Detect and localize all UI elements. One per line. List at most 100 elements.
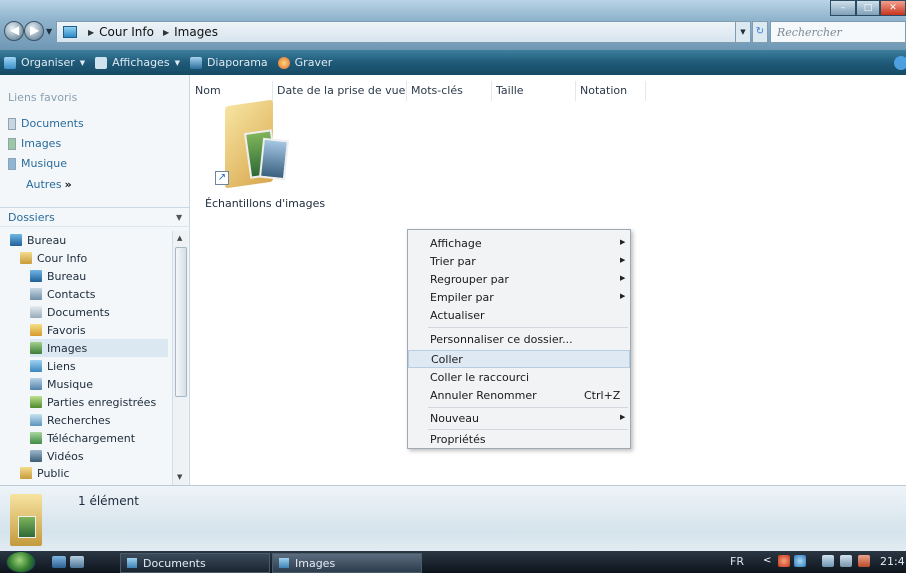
folder-shortcut-icon[interactable]: ↗ bbox=[211, 99, 291, 193]
tree-item-favoris[interactable]: Favoris bbox=[30, 321, 86, 339]
folders-header[interactable]: Dossiers ▼ bbox=[0, 207, 190, 227]
menu-item-actualiser[interactable]: Actualiser bbox=[408, 307, 630, 325]
show-desktop-icon[interactable] bbox=[52, 556, 66, 568]
tree-item-public[interactable]: Public bbox=[20, 465, 70, 481]
scroll-down-icon[interactable]: ▼ bbox=[177, 473, 182, 481]
desktop-icon bbox=[30, 270, 42, 282]
forward-button[interactable]: ▶ bbox=[24, 21, 44, 41]
views-button[interactable]: Affichages ▼ bbox=[95, 56, 180, 69]
column-rating[interactable]: Notation bbox=[576, 81, 646, 101]
desktop-icon bbox=[10, 234, 22, 246]
taskbar: Documents Images FR < 21:4 bbox=[0, 551, 906, 573]
shortcut-label: Ctrl+Z bbox=[584, 389, 621, 402]
tree-item-contacts[interactable]: Contacts bbox=[30, 285, 96, 303]
tree-item-telechargement[interactable]: Téléchargement bbox=[30, 429, 135, 447]
tree-item-musique[interactable]: Musique bbox=[30, 375, 93, 393]
menu-item-nouveau[interactable]: Nouveau ▶ bbox=[408, 410, 630, 428]
search-input[interactable]: Rechercher bbox=[770, 21, 906, 43]
menu-separator bbox=[428, 327, 628, 328]
downloads-icon bbox=[30, 432, 42, 444]
chevron-down-icon: ▼ bbox=[174, 58, 180, 67]
language-indicator[interactable]: FR bbox=[730, 555, 744, 568]
breadcrumb-images[interactable]: Images bbox=[174, 25, 218, 39]
menu-separator bbox=[428, 407, 628, 408]
breadcrumb-cour-info[interactable]: Cour Info bbox=[99, 25, 154, 39]
folder-tree: Bureau Cour Info Bureau Contacts Documen… bbox=[0, 231, 172, 485]
tree-item-bureau-root[interactable]: Bureau bbox=[10, 231, 66, 249]
menu-item-empiler-par[interactable]: Empiler par ▶ bbox=[408, 289, 630, 307]
submenu-arrow-icon: ▶ bbox=[620, 292, 626, 300]
menu-item-trier-par[interactable]: Trier par ▶ bbox=[408, 253, 630, 271]
favorite-documents[interactable]: Documents bbox=[8, 117, 84, 130]
taskbar-button-documents[interactable]: Documents bbox=[120, 553, 270, 573]
back-button[interactable]: ◀ bbox=[4, 21, 24, 41]
start-button[interactable] bbox=[6, 551, 36, 573]
favorite-images[interactable]: Images bbox=[8, 137, 61, 150]
switch-windows-icon[interactable] bbox=[70, 556, 84, 568]
network-status-icon[interactable] bbox=[794, 555, 806, 567]
documents-icon bbox=[30, 306, 42, 318]
tree-item-videos[interactable]: Vidéos bbox=[30, 447, 84, 465]
organize-icon bbox=[4, 56, 16, 69]
burn-button[interactable]: Graver bbox=[277, 56, 332, 69]
menu-item-proprietes[interactable]: Propriétés bbox=[408, 431, 630, 449]
column-name[interactable]: Nom bbox=[191, 81, 273, 101]
column-headers: Nom Date de la prise de vue Mots-clés Ta… bbox=[191, 81, 646, 101]
security-icon[interactable] bbox=[778, 555, 790, 567]
column-date-taken[interactable]: Date de la prise de vue bbox=[273, 81, 407, 101]
address-dropdown[interactable]: ▼ bbox=[735, 21, 751, 43]
volume-icon[interactable] bbox=[858, 555, 870, 567]
menu-item-regrouper-par[interactable]: Regrouper par ▶ bbox=[408, 271, 630, 289]
column-size[interactable]: Taille bbox=[492, 81, 576, 101]
taskbar-button-images[interactable]: Images bbox=[272, 553, 422, 573]
tree-item-cour-info[interactable]: Cour Info bbox=[20, 249, 87, 267]
pictures-icon bbox=[8, 137, 16, 150]
maximize-button[interactable]: □ bbox=[856, 0, 880, 16]
menu-separator bbox=[428, 429, 628, 430]
slideshow-icon bbox=[189, 56, 202, 69]
tree-item-parties-enregistrees[interactable]: Parties enregistrées bbox=[30, 393, 156, 411]
submenu-arrow-icon: ▶ bbox=[620, 238, 626, 246]
shortcut-arrow-icon: ↗ bbox=[215, 171, 229, 185]
public-folder-icon bbox=[20, 467, 32, 479]
favorite-music[interactable]: Musique bbox=[8, 157, 67, 170]
menu-item-annuler-renommer[interactable]: Annuler Renommer Ctrl+Z bbox=[408, 387, 630, 405]
scroll-up-icon[interactable]: ▲ bbox=[177, 234, 182, 242]
menu-item-affichage[interactable]: Affichage ▶ bbox=[408, 235, 630, 253]
forward-arrow-icon: ▶ bbox=[30, 23, 40, 37]
column-keywords[interactable]: Mots-clés bbox=[407, 81, 492, 101]
tree-item-bureau[interactable]: Bureau bbox=[30, 267, 86, 285]
tree-item-images[interactable]: Images bbox=[30, 339, 168, 357]
display-icon[interactable] bbox=[840, 555, 852, 567]
file-item-label[interactable]: Échantillons d'images bbox=[205, 197, 325, 210]
slideshow-button[interactable]: Diaporama bbox=[189, 56, 268, 69]
tree-scrollbar[interactable]: ▲ ▼ bbox=[172, 231, 188, 485]
tree-item-recherches[interactable]: Recherches bbox=[30, 411, 111, 429]
menu-item-personnaliser[interactable]: Personnaliser ce dossier... bbox=[408, 331, 630, 349]
address-bar[interactable]: ▶ Cour Info ▶ Images bbox=[56, 21, 750, 43]
favorites-more-link[interactable]: Autres» bbox=[26, 178, 72, 191]
submenu-arrow-icon: ▶ bbox=[620, 274, 626, 282]
organize-button[interactable]: Organiser ▼ bbox=[4, 56, 85, 69]
music-icon bbox=[30, 378, 42, 390]
title-bar: – □ ✕ ◀ ▶ ▼ ▶ Cour Info ▶ Images ▼ ↻ Rec… bbox=[0, 0, 906, 50]
folder-icon bbox=[127, 558, 137, 568]
clock[interactable]: 21:4 bbox=[880, 555, 905, 568]
refresh-button[interactable]: ↻ bbox=[752, 21, 768, 43]
menu-item-coller-raccourci[interactable]: Coller le raccourci bbox=[408, 369, 630, 387]
tree-item-documents[interactable]: Documents bbox=[30, 303, 110, 321]
history-dropdown[interactable]: ▼ bbox=[46, 27, 54, 36]
music-icon bbox=[8, 157, 16, 170]
scrollbar-thumb[interactable] bbox=[175, 247, 187, 397]
folder-icon bbox=[63, 26, 77, 38]
tree-item-liens[interactable]: Liens bbox=[30, 357, 76, 375]
minimize-button[interactable]: – bbox=[830, 0, 856, 16]
network-icon[interactable] bbox=[822, 555, 834, 567]
submenu-arrow-icon: ▶ bbox=[620, 413, 626, 421]
back-arrow-icon: ◀ bbox=[10, 23, 20, 37]
close-button[interactable]: ✕ bbox=[880, 0, 906, 16]
tray-expand-icon[interactable]: < bbox=[763, 555, 771, 566]
menu-item-coller[interactable]: Coller bbox=[408, 350, 630, 368]
item-count: 1 élément bbox=[78, 494, 139, 508]
help-icon[interactable] bbox=[894, 56, 906, 70]
